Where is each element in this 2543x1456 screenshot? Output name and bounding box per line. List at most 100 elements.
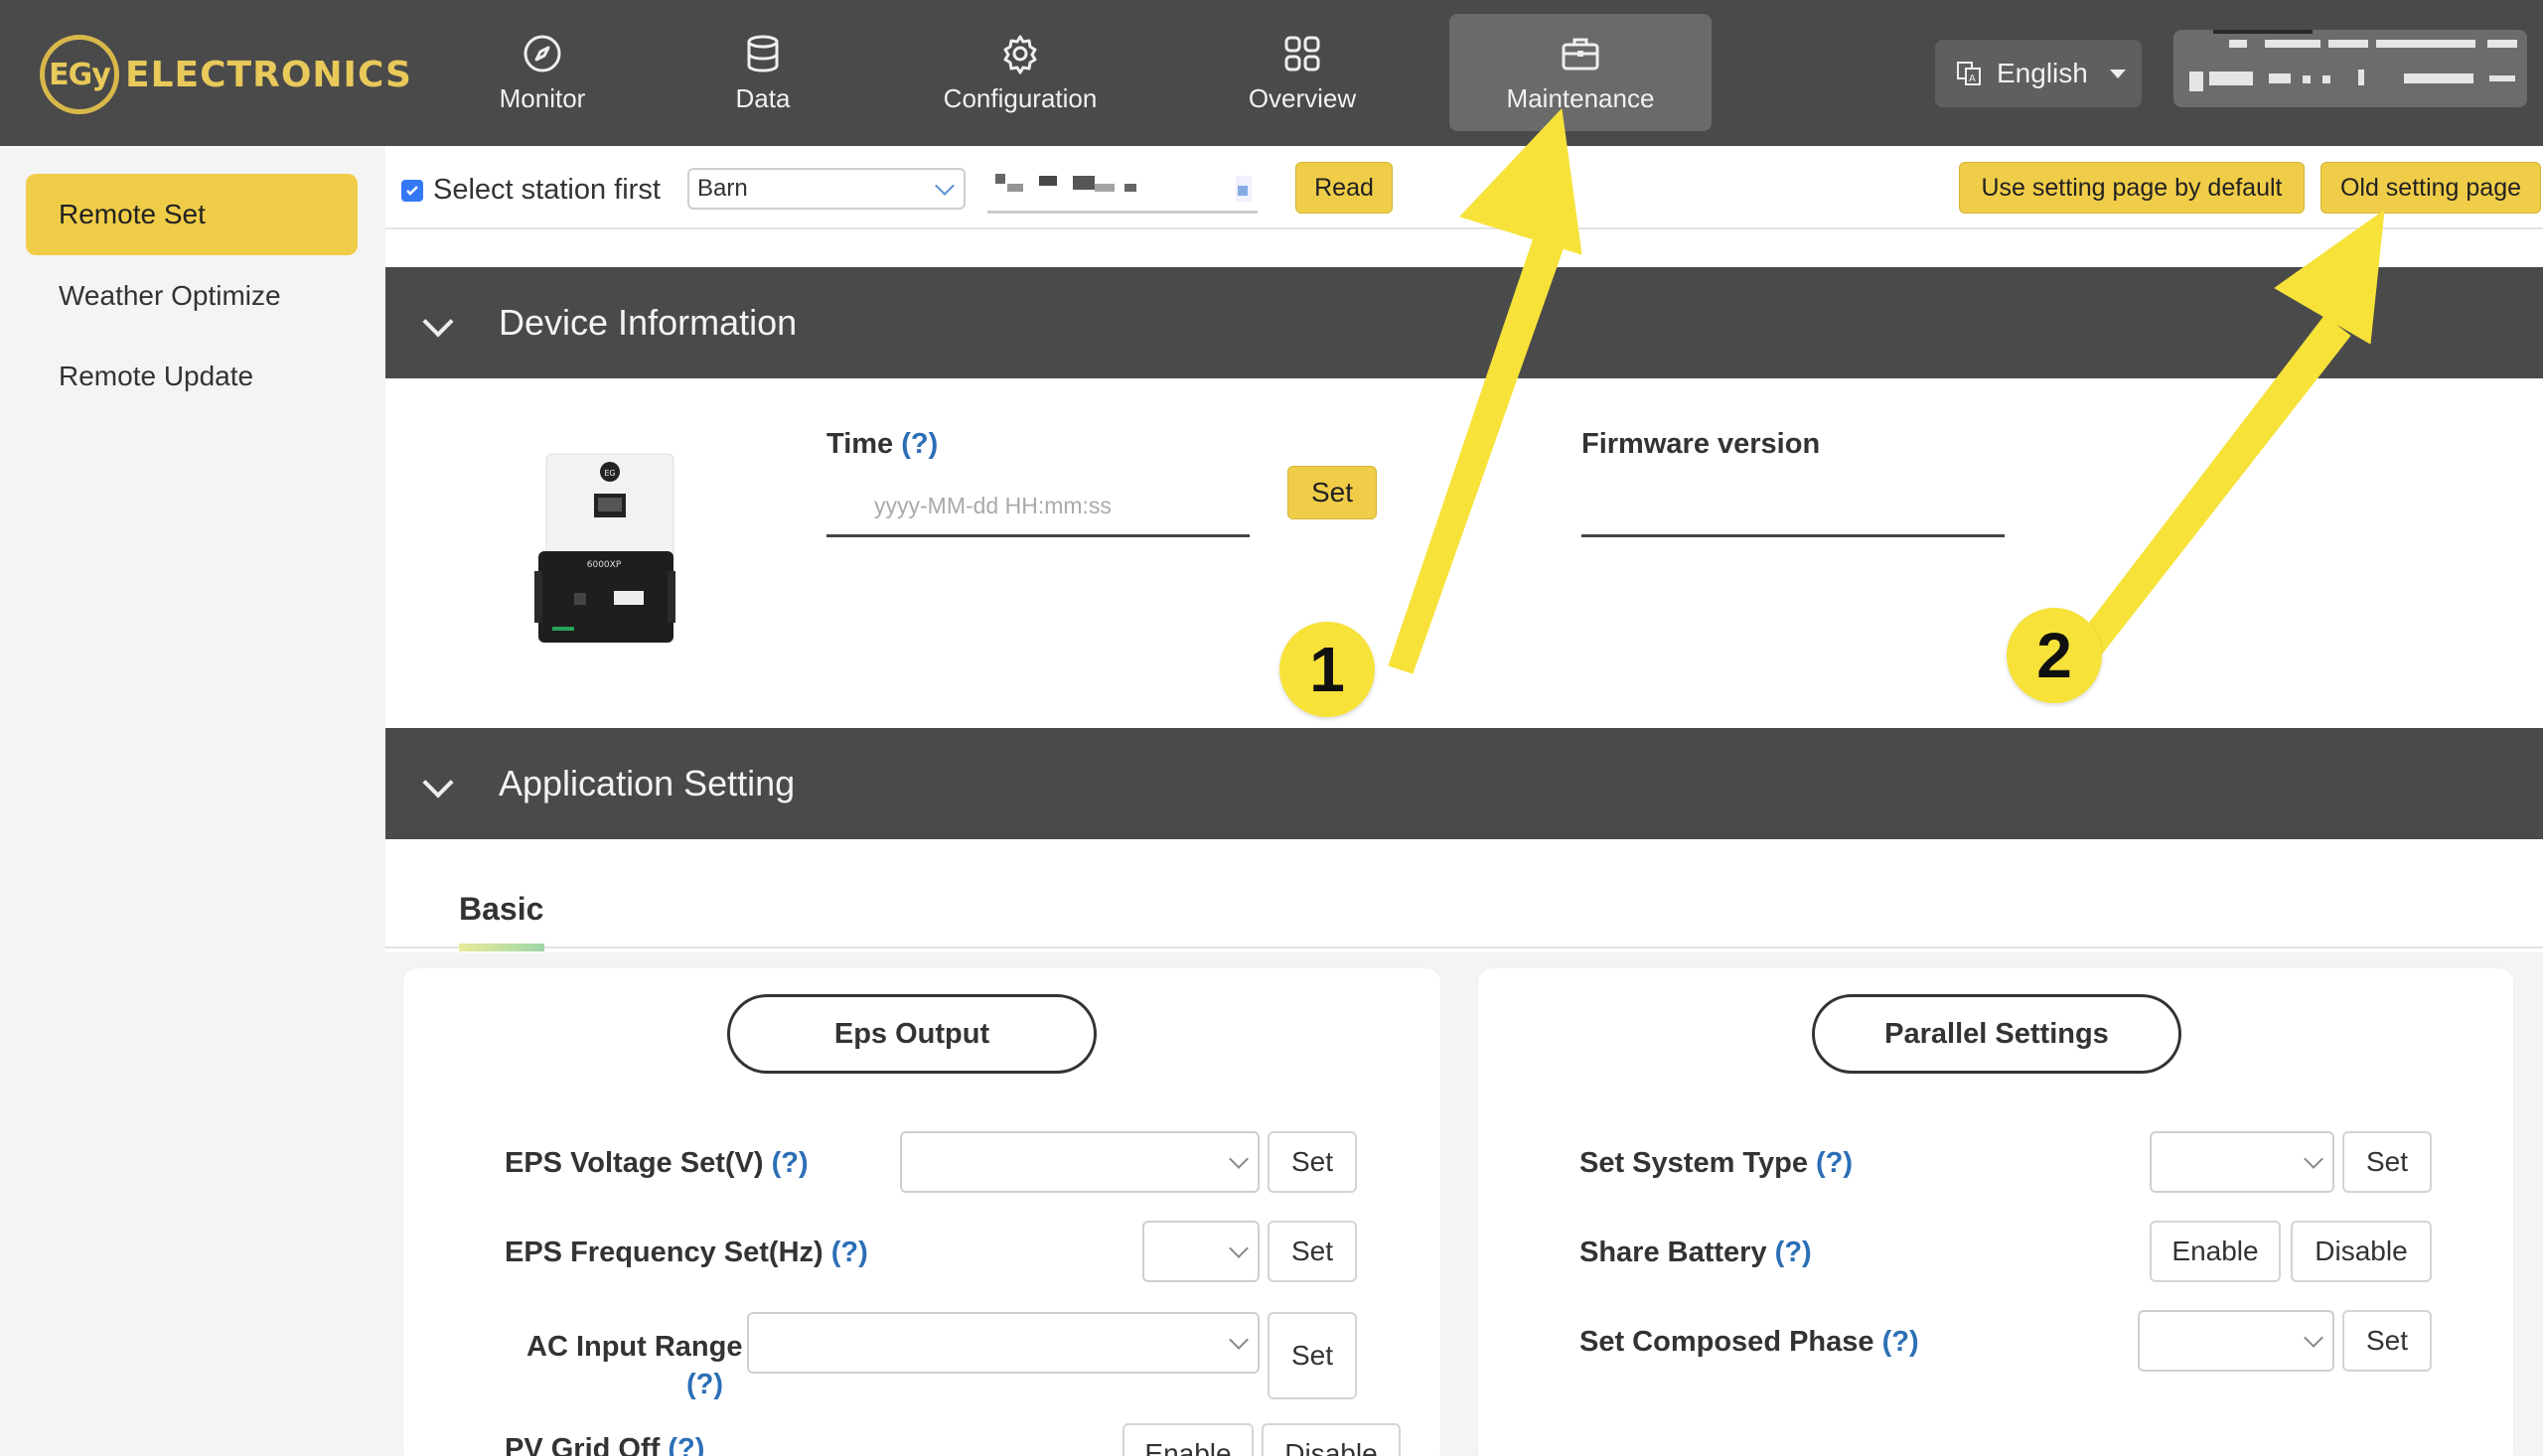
composed-phase-set-button[interactable]: Set	[2342, 1310, 2432, 1372]
nav-overview-label: Overview	[1248, 82, 1357, 113]
system-type-set-button[interactable]: Set	[2342, 1131, 2432, 1193]
chevron-down-icon	[935, 176, 955, 196]
nav-data[interactable]: Data	[703, 14, 823, 131]
nav-maintenance-label: Maintenance	[1506, 82, 1655, 113]
sidebar-item-label: Remote Set	[59, 199, 206, 229]
ac-input-range-select[interactable]	[747, 1312, 1260, 1374]
time-set-button[interactable]: Set	[1287, 466, 1377, 519]
eps-frequency-set-button[interactable]: Set	[1268, 1221, 1357, 1282]
pv-grid-off-disable-button[interactable]: Disable	[1262, 1423, 1401, 1456]
brand-logo[interactable]: EGy ELECTRONICS	[40, 34, 412, 115]
annotation-badge-1: 1	[1279, 622, 1375, 717]
help-icon[interactable]: (?)	[668, 1433, 704, 1456]
eps-voltage-label: EPS Voltage Set(V) (?)	[505, 1147, 809, 1179]
sidebar-item-remote-set[interactable]: Remote Set	[26, 174, 358, 255]
help-icon[interactable]: (?)	[772, 1147, 809, 1179]
database-icon	[747, 35, 779, 73]
composed-phase-label: Set Composed Phase (?)	[1579, 1326, 1919, 1358]
language-label: English	[1997, 58, 2088, 88]
account-menu[interactable]	[2173, 30, 2527, 107]
eps-output-title: Eps Output	[727, 994, 1097, 1074]
sidebar: Remote Set Weather Optimize Remote Updat…	[0, 146, 385, 1456]
eps-voltage-set-button[interactable]: Set	[1268, 1131, 1357, 1193]
svg-text:A: A	[1969, 73, 1976, 84]
chevron-down-icon	[1229, 1330, 1249, 1350]
share-battery-disable-button[interactable]: Disable	[2291, 1221, 2432, 1282]
pv-grid-off-label: PV Grid Off (?)	[505, 1433, 704, 1456]
help-icon[interactable]: (?)	[831, 1237, 868, 1268]
top-navigation-bar: EGy ELECTRONICS Monitor Data Configurati…	[0, 0, 2543, 146]
select-station-checkbox[interactable]	[401, 180, 423, 202]
help-icon[interactable]: (?)	[686, 1369, 723, 1400]
chevron-down-icon	[1229, 1149, 1249, 1169]
help-icon[interactable]: (?)	[1882, 1326, 1919, 1358]
tab-divider	[385, 946, 2543, 948]
nav-data-label: Data	[735, 82, 791, 113]
nav-monitor-label: Monitor	[499, 82, 586, 113]
chevron-down-icon	[422, 767, 454, 799]
checkmark-icon	[406, 186, 418, 196]
application-setting-header[interactable]: Application Setting	[385, 728, 2543, 839]
help-icon[interactable]: (?)	[1816, 1147, 1853, 1179]
read-button[interactable]: Read	[1295, 162, 1393, 214]
help-icon[interactable]: (?)	[901, 428, 938, 460]
compass-icon	[524, 35, 561, 72]
eps-output-panel: Eps Output EPS Voltage Set(V) (?) Set EP…	[403, 968, 1440, 1456]
chevron-down-icon	[422, 306, 454, 338]
pv-grid-off-enable-button[interactable]: Enable	[1122, 1423, 1254, 1456]
sidebar-item-label: Weather Optimize	[59, 280, 281, 311]
ac-input-range-label: AC Input Range (?)	[526, 1331, 743, 1400]
help-icon[interactable]: (?)	[1775, 1237, 1812, 1268]
device-model-text: 6000XP	[587, 560, 622, 570]
station-select-value: Barn	[697, 175, 748, 202]
chevron-down-icon	[2110, 70, 2126, 78]
eps-voltage-select[interactable]	[900, 1131, 1260, 1193]
firmware-version-label: Firmware version	[1581, 428, 1821, 460]
sidebar-item-label: Remote Update	[59, 361, 254, 391]
select-station-label: Select station first	[433, 174, 661, 206]
system-type-select[interactable]	[2150, 1131, 2334, 1193]
eps-frequency-label: EPS Frequency Set(Hz) (?)	[505, 1237, 868, 1268]
chevron-down-icon	[2304, 1328, 2323, 1348]
main-content: Select station first Barn Read Use setti…	[385, 146, 2543, 1456]
annotation-badge-2: 2	[2007, 608, 2102, 703]
use-default-setting-page-button[interactable]: Use setting page by default	[1959, 162, 2305, 214]
old-setting-page-button[interactable]: Old setting page	[2320, 162, 2541, 214]
time-label: Time (?)	[826, 428, 939, 460]
share-battery-enable-button[interactable]: Enable	[2150, 1221, 2281, 1282]
tab-basic[interactable]: Basic	[459, 891, 543, 928]
composed-phase-select[interactable]	[2138, 1310, 2334, 1372]
grid-icon	[1284, 36, 1320, 71]
sidebar-item-remote-update[interactable]: Remote Update	[26, 336, 358, 417]
chevron-down-icon	[1229, 1238, 1249, 1258]
station-select[interactable]: Barn	[687, 168, 966, 210]
sidebar-item-weather-optimize[interactable]: Weather Optimize	[26, 255, 358, 337]
device-serial-select[interactable]	[987, 166, 1258, 214]
device-information-header[interactable]: Device Information	[385, 267, 2543, 378]
nav-overview[interactable]: Overview	[1232, 14, 1373, 131]
logo-text: ELECTRONICS	[125, 54, 412, 95]
language-selector[interactable]: A English	[1935, 40, 2142, 107]
eps-frequency-select[interactable]	[1142, 1221, 1260, 1282]
system-type-label: Set System Type (?)	[1579, 1147, 1854, 1179]
parallel-settings-title: Parallel Settings	[1812, 994, 2181, 1074]
station-toolbar: Select station first Barn Read Use setti…	[385, 146, 2543, 229]
chevron-down-icon	[2304, 1149, 2323, 1169]
nav-maintenance[interactable]: Maintenance	[1449, 14, 1712, 131]
parallel-settings-panel: Parallel Settings Set System Type (?) Se…	[1478, 968, 2513, 1456]
share-battery-label: Share Battery (?)	[1579, 1237, 1812, 1268]
logo-mark: EGy	[40, 35, 119, 114]
nav-monitor[interactable]: Monitor	[483, 14, 602, 131]
translate-icon: A	[1957, 62, 1981, 85]
ac-input-range-set-button[interactable]: Set	[1268, 1312, 1357, 1399]
tab-active-indicator	[459, 944, 544, 951]
nav-configuration-label: Configuration	[943, 82, 1098, 113]
section-title: Device Information	[499, 302, 798, 343]
nav-configuration[interactable]: Configuration	[924, 14, 1117, 131]
section-title: Application Setting	[499, 763, 796, 803]
inverter-device-image: EG 6000XP	[534, 453, 675, 643]
time-input[interactable]: yyyy-MM-dd HH:mm:ss	[826, 478, 1250, 537]
gear-icon	[1003, 35, 1037, 73]
firmware-version-value	[1581, 478, 2005, 537]
toolbox-icon	[1562, 38, 1599, 70]
